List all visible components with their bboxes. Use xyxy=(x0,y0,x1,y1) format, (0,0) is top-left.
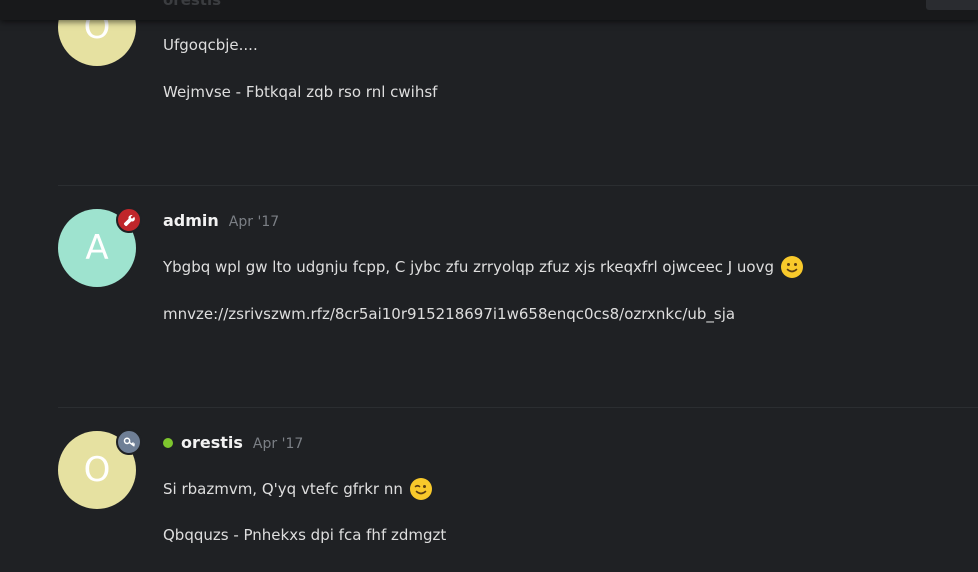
key-icon xyxy=(123,437,135,446)
post-text: Wejmvse - Fbtkqal zqb rso rnl cwihsf xyxy=(163,83,438,101)
avatar-letter: A xyxy=(85,228,109,268)
post-line: Ybgbq wpl gw lto udgnju fcpp, C jybc zfu… xyxy=(163,255,804,279)
post-text: Ufgoqcbje.... xyxy=(163,36,258,54)
link-text[interactable]: mnvze://zsrivszwm.rfz/8cr5ai10r915218697… xyxy=(163,305,735,323)
post-date[interactable]: Apr '17 xyxy=(229,214,279,230)
header-bar: orestis xyxy=(0,0,978,20)
post-line: Si rbazmvm, Q'yq vtefc gfrkr nn xyxy=(163,477,433,501)
slightly-smiling-face-icon xyxy=(781,256,803,278)
avatar-letter: O xyxy=(83,450,111,490)
post-meta: admin Apr '17 xyxy=(163,211,279,230)
winking-face-icon xyxy=(409,478,432,500)
online-status-indicator xyxy=(163,438,173,448)
post-divider xyxy=(58,407,978,408)
post-text: Qbqquzs - Pnhekxs dpi fca fhf zdmgzt xyxy=(163,526,447,544)
moderator-badge xyxy=(116,429,142,455)
post-divider xyxy=(58,185,978,186)
post-line: Qbqquzs - Pnhekxs dpi fca fhf zdmgzt xyxy=(163,526,446,544)
admin-badge xyxy=(116,207,142,233)
username[interactable]: admin xyxy=(163,211,219,230)
post-line: Wejmvse - Fbtkqal zqb rso rnl cwihsf xyxy=(163,83,437,101)
header-title: orestis xyxy=(163,0,222,9)
post-line: Ufgoqcbje.... xyxy=(163,36,258,54)
post-link[interactable]: mnvze://zsrivszwm.rfz/8cr5ai10r915218697… xyxy=(163,305,735,323)
post-meta: orestis Apr '17 xyxy=(163,433,303,452)
username[interactable]: orestis xyxy=(181,433,243,452)
topic-page: orestis O Ufgoqcbje.... Wejmvse - Fbtkqa… xyxy=(0,0,978,572)
post-text: Ybgbq wpl gw lto udgnju fcpp, C jybc zfu… xyxy=(163,258,774,276)
wrench-icon xyxy=(123,214,135,226)
post-date[interactable]: Apr '17 xyxy=(253,436,303,452)
header-button[interactable] xyxy=(926,0,978,10)
post-text: Si rbazmvm, Q'yq vtefc gfrkr nn xyxy=(163,480,403,498)
